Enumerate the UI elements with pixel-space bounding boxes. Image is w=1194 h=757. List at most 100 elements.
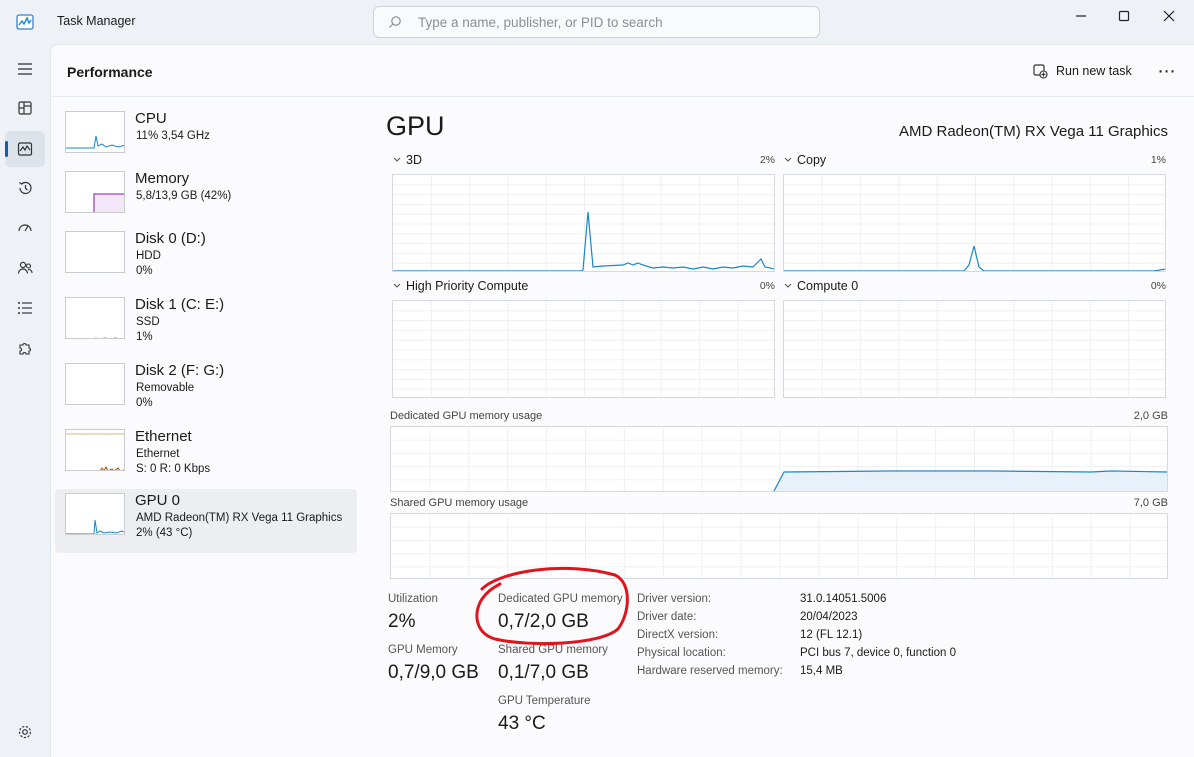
resource-thumbnail-graph bbox=[65, 493, 125, 535]
nav-menu-button[interactable] bbox=[5, 51, 45, 87]
main-panel: Performance Run new task ⋯ CPU 11% 3,54 G… bbox=[50, 44, 1194, 757]
engine-label: 3D bbox=[406, 153, 422, 167]
dedicated-gpu-memory-label: Dedicated GPU memory bbox=[498, 593, 623, 605]
users-icon bbox=[17, 261, 33, 274]
resource-item-ethernet[interactable]: Ethernet Ethernet S: 0 R: 0 Kbps bbox=[55, 425, 357, 489]
resource-item-detail: AMD Radeon(TM) RX Vega 11 Graphics bbox=[136, 512, 343, 524]
dedicated-memory-graph bbox=[390, 426, 1168, 492]
resource-item-title: Disk 1 (C: E:) bbox=[135, 296, 225, 313]
hamburger-icon bbox=[18, 63, 32, 75]
nav-app-history[interactable] bbox=[5, 170, 45, 206]
engine-compute-0-graph bbox=[783, 300, 1166, 398]
dedicated-memory-plot bbox=[391, 427, 1167, 491]
thumbnail-plot bbox=[93, 193, 124, 212]
nav-services[interactable] bbox=[5, 331, 45, 367]
engine-compute-0-percent: 0% bbox=[1150, 280, 1166, 292]
dedicated-memory-usage-label: Dedicated GPU memory usage bbox=[390, 410, 543, 422]
driver-date-label: Driver date: bbox=[637, 611, 697, 623]
gpu-heading: GPU bbox=[386, 111, 445, 141]
chevron-down-icon bbox=[393, 283, 401, 288]
close-button[interactable] bbox=[1146, 0, 1192, 32]
resource-item-title: Memory bbox=[135, 170, 190, 187]
search-box[interactable] bbox=[373, 6, 820, 38]
search-input[interactable] bbox=[418, 12, 808, 32]
engine-3d-dropdown[interactable]: 3D bbox=[392, 153, 422, 167]
navigation-rail bbox=[0, 44, 50, 757]
engine-label: High Priority Compute bbox=[406, 279, 529, 293]
resource-item-usage: S: 0 R: 0 Kbps bbox=[136, 463, 211, 475]
minimize-button[interactable] bbox=[1058, 0, 1104, 32]
driver-version-value: 31.0.14051.5006 bbox=[800, 593, 887, 605]
run-new-task-button[interactable]: Run new task bbox=[1026, 57, 1138, 85]
nav-performance[interactable] bbox=[5, 131, 45, 167]
dedicated-memory-max: 2,0 GB bbox=[1133, 410, 1168, 422]
gpu-temperature-label: GPU Temperature bbox=[498, 695, 591, 707]
nav-users[interactable] bbox=[5, 250, 45, 286]
dedicated-memory-area bbox=[774, 472, 1167, 491]
engine-compute-0-dropdown[interactable]: Compute 0 bbox=[783, 279, 858, 293]
shared-gpu-memory-value: 0,1/7,0 GB bbox=[498, 662, 589, 683]
engine-high-priority-compute-dropdown[interactable]: High Priority Compute bbox=[392, 279, 528, 293]
ethernet-activity-line bbox=[100, 465, 124, 470]
title-bar: Task Manager bbox=[0, 0, 1194, 44]
gpu-memory-label: GPU Memory bbox=[388, 644, 458, 656]
thumbnail-plot bbox=[66, 364, 125, 405]
engine-plot bbox=[784, 175, 1165, 271]
driver-version-label: Driver version: bbox=[637, 593, 712, 605]
nav-details[interactable] bbox=[5, 290, 45, 326]
nav-startup-apps[interactable] bbox=[5, 210, 45, 246]
shared-memory-graph bbox=[390, 513, 1168, 579]
run-task-icon bbox=[1033, 64, 1048, 79]
engine-3d-percent: 2% bbox=[759, 154, 775, 166]
resource-thumbnail-graph bbox=[65, 231, 125, 273]
resource-item-disk-0[interactable]: Disk 0 (D:) HDD 0% bbox=[55, 227, 357, 291]
resource-thumbnail-graph bbox=[65, 171, 125, 213]
processes-icon bbox=[18, 101, 32, 115]
shared-gpu-memory-label: Shared GPU memory bbox=[498, 644, 608, 656]
resource-item-memory[interactable]: Memory 5,8/13,9 GB (42%) bbox=[55, 167, 357, 231]
resource-item-gpu-0[interactable]: GPU 0 AMD Radeon(TM) RX Vega 11 Graphics 2… bbox=[55, 489, 357, 553]
engine-copy-dropdown[interactable]: Copy bbox=[783, 153, 826, 167]
cpu-usage-line bbox=[66, 135, 124, 149]
thumbnail-plot bbox=[66, 433, 124, 470]
resource-thumbnail-graph bbox=[65, 429, 125, 471]
nav-settings[interactable] bbox=[5, 714, 45, 750]
shared-memory-max: 7,0 GB bbox=[1133, 497, 1168, 509]
app-title: Task Manager bbox=[57, 14, 136, 28]
gpu-temperature-value: 43 °C bbox=[498, 713, 546, 734]
resource-item-detail: 11% 3,54 GHz bbox=[136, 130, 210, 142]
maximize-button[interactable] bbox=[1101, 0, 1147, 32]
engine-copy-graph bbox=[783, 174, 1166, 272]
resource-item-disk-2[interactable]: Disk 2 (F: G:) Removable 0% bbox=[55, 359, 357, 423]
resource-item-usage: 0% bbox=[136, 397, 153, 409]
resource-thumbnail-graph bbox=[65, 297, 125, 339]
resource-item-detail: Removable bbox=[136, 382, 195, 394]
nav-processes[interactable] bbox=[5, 90, 45, 126]
resource-item-title: Ethernet bbox=[135, 428, 192, 445]
close-icon bbox=[1163, 10, 1175, 22]
hardware-reserved-memory-label: Hardware reserved memory: bbox=[637, 665, 783, 677]
chevron-down-icon bbox=[784, 283, 792, 288]
resource-item-usage: 2% (43 °C) bbox=[136, 527, 193, 539]
utilization-label: Utilization bbox=[388, 593, 438, 605]
physical-location-label: Physical location: bbox=[637, 647, 726, 659]
resource-item-usage: 0% bbox=[136, 265, 153, 277]
gpu-usage-line bbox=[66, 519, 124, 534]
resource-item-detail: HDD bbox=[136, 250, 161, 262]
minimize-icon bbox=[1076, 15, 1086, 17]
resource-item-detail: 5,8/13,9 GB (42%) bbox=[136, 190, 232, 202]
thumbnail-plot bbox=[66, 135, 124, 149]
resource-item-title: GPU 0 bbox=[135, 492, 181, 509]
gpu-memory-value: 0,7/9,0 GB bbox=[388, 662, 479, 683]
speedometer-icon bbox=[18, 224, 32, 232]
page-header: Performance Run new task ⋯ bbox=[51, 45, 1194, 97]
gpu-model-name: AMD Radeon(TM) RX Vega 11 Graphics bbox=[899, 123, 1168, 140]
resource-item-cpu[interactable]: CPU 11% 3,54 GHz bbox=[55, 107, 357, 171]
more-options-button[interactable]: ⋯ bbox=[1151, 57, 1183, 85]
resource-thumbnail-graph bbox=[65, 363, 125, 405]
engine-plot bbox=[784, 301, 1165, 397]
thumbnail-plot bbox=[66, 232, 125, 273]
utilization-value: 2% bbox=[388, 611, 416, 632]
resource-item-title: Disk 0 (D:) bbox=[135, 230, 206, 247]
resource-item-disk-1[interactable]: Disk 1 (C: E:) SSD 1% bbox=[55, 293, 357, 357]
